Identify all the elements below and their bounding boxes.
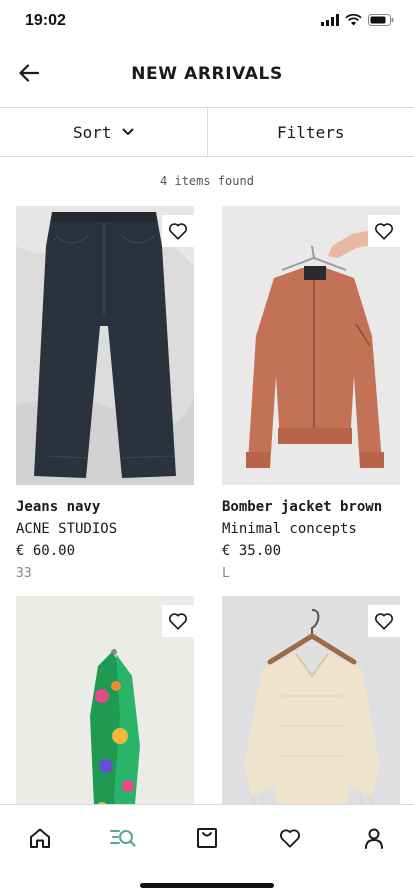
heart-icon [169, 613, 187, 630]
heart-icon [169, 223, 187, 240]
bomber-jacket-photo [222, 206, 400, 485]
battery-icon [368, 14, 394, 26]
home-indicator [140, 883, 274, 888]
favorite-button[interactable] [368, 215, 400, 247]
profile-icon [365, 828, 383, 849]
product-image[interactable] [16, 206, 194, 485]
home-icon [30, 828, 50, 848]
filters-label: Filters [277, 122, 345, 142]
heart-icon [375, 223, 393, 240]
sort-label: Sort [72, 122, 112, 142]
product-image[interactable] [222, 206, 400, 485]
favorite-button[interactable] [162, 215, 194, 247]
nav-bag[interactable] [185, 823, 229, 853]
items-count: 4 items found [160, 174, 254, 188]
sort-button[interactable]: Sort [0, 108, 207, 156]
heart-icon [375, 613, 393, 630]
product-name: Jeans navy [16, 499, 101, 515]
bag-icon [197, 828, 217, 848]
status-time: 19:02 [25, 12, 66, 29]
heart-icon [280, 829, 300, 848]
favorite-button[interactable] [368, 605, 400, 637]
nav-favorites[interactable] [268, 823, 312, 853]
page-title: NEW ARRIVALS [131, 64, 283, 84]
product-brand: ACNE STUDIOS [16, 521, 118, 537]
nav-home[interactable] [18, 823, 62, 853]
header: NEW ARRIVALS [0, 44, 414, 108]
status-bar: 19:02 [0, 0, 414, 44]
favorite-button[interactable] [162, 605, 194, 637]
filters-button[interactable]: Filters [206, 108, 414, 156]
chevron-down-icon [122, 128, 134, 135]
product-size: L [222, 566, 230, 581]
nav-discover[interactable] [101, 823, 145, 853]
cellular-signal-icon [321, 14, 339, 26]
product-size: 33 [16, 566, 32, 581]
status-icons [321, 14, 394, 26]
product-card-bomber-jacket[interactable]: Bomber jacket brown Minimal concepts € 3… [222, 206, 400, 581]
jeans-photo [16, 206, 194, 485]
product-price: € 35.00 [222, 543, 282, 559]
wifi-icon [345, 14, 362, 26]
product-name: Bomber jacket brown [222, 499, 383, 515]
product-price: € 60.00 [16, 543, 76, 559]
sort-filter-bar: Sort Filters [0, 108, 414, 157]
discover-icon [110, 830, 136, 847]
product-brand: Minimal concepts [222, 521, 357, 537]
nav-profile[interactable] [352, 823, 396, 853]
product-card-jeans[interactable]: Jeans navy ACNE STUDIOS € 60.00 33 [16, 206, 194, 581]
